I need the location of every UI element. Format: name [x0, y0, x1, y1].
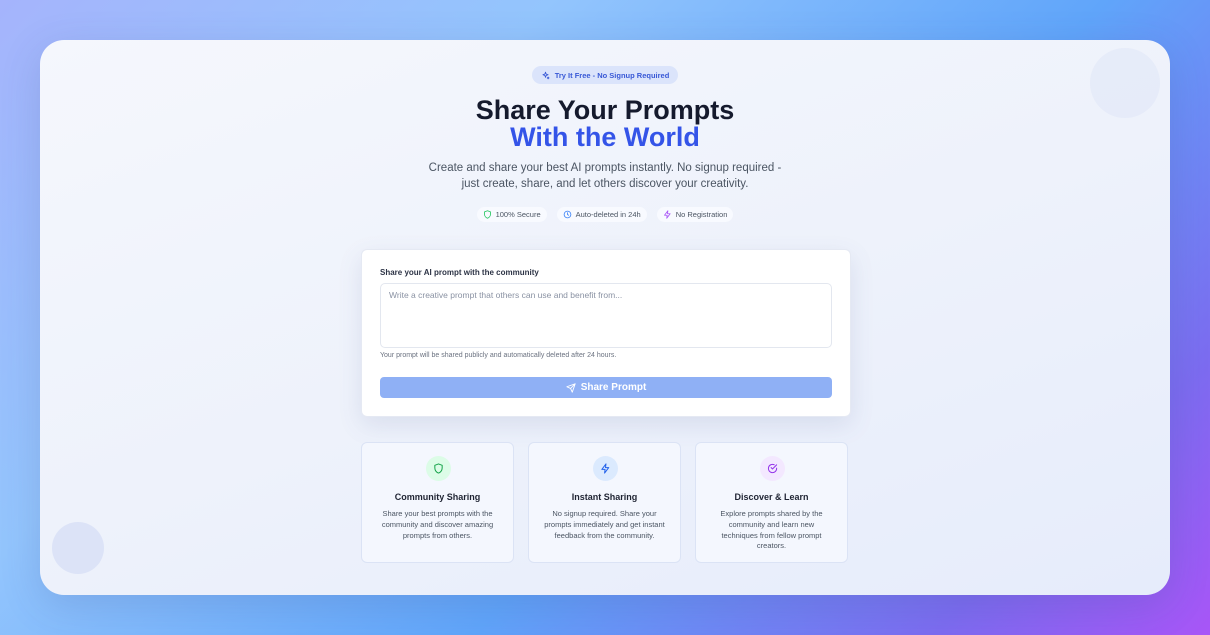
feature-card-instant-sharing: Instant Sharing No signup required. Shar… [528, 442, 681, 563]
shield-icon [434, 463, 443, 474]
zap-icon [663, 210, 671, 219]
feature-icon-wrap [760, 456, 785, 481]
auto-delete-badge-label: Auto-deleted in 24h [575, 210, 641, 219]
subtitle-line2: just create, share, and let others disco… [461, 178, 749, 190]
share-prompt-button[interactable]: Share Prompt [380, 377, 832, 398]
feature-card-discover-learn: Discover & Learn Explore prompts shared … [695, 442, 848, 563]
page-title-line2: With the World [510, 122, 700, 152]
feature-icon-wrap [593, 456, 618, 481]
feature-title: Instant Sharing [571, 492, 638, 502]
sparkle-icon [542, 71, 550, 79]
prompt-helper-text: Your prompt will be shared publicly and … [380, 352, 617, 359]
secure-badge: 100% Secure [476, 207, 547, 222]
send-icon [566, 382, 576, 393]
feature-description: Explore prompts shared by the community … [720, 509, 823, 551]
no-registration-badge: No Registration [656, 207, 734, 222]
feature-description: Share your best prompts with the communi… [381, 509, 494, 540]
decorative-circle-bottom-left [52, 522, 104, 574]
shield-icon [483, 210, 491, 219]
clock-icon [563, 210, 571, 219]
app-window: Try It Free - No Signup Required Share Y… [40, 40, 1170, 595]
try-free-badge-label: Try It Free - No Signup Required [554, 70, 670, 80]
secure-badge-label: 100% Secure [495, 210, 541, 219]
feature-badges: 100% Secure Auto-deleted in 24h No Regis… [40, 207, 1170, 222]
no-registration-badge-label: No Registration [675, 210, 728, 219]
page-subtitle: Create and share your best AI prompts in… [40, 160, 1170, 192]
auto-delete-badge: Auto-deleted in 24h [556, 207, 647, 222]
feature-title: Discover & Learn [734, 492, 809, 502]
feature-title: Community Sharing [394, 492, 481, 502]
feature-card-community-sharing: Community Sharing Share your best prompt… [361, 442, 514, 563]
share-prompt-card: Share your AI prompt with the community … [361, 249, 851, 417]
subtitle-line1: Create and share your best AI prompts in… [428, 162, 782, 174]
prompt-textarea[interactable] [380, 283, 832, 348]
share-prompt-button-label: Share Prompt [580, 382, 647, 393]
feature-icon-wrap [426, 456, 451, 481]
try-free-badge: Try It Free - No Signup Required [532, 66, 678, 84]
check-circle-icon [767, 463, 778, 474]
zap-icon [601, 463, 610, 474]
feature-description: No signup required. Share your prompts i… [544, 509, 665, 540]
prompt-field-label: Share your AI prompt with the community [380, 268, 539, 277]
